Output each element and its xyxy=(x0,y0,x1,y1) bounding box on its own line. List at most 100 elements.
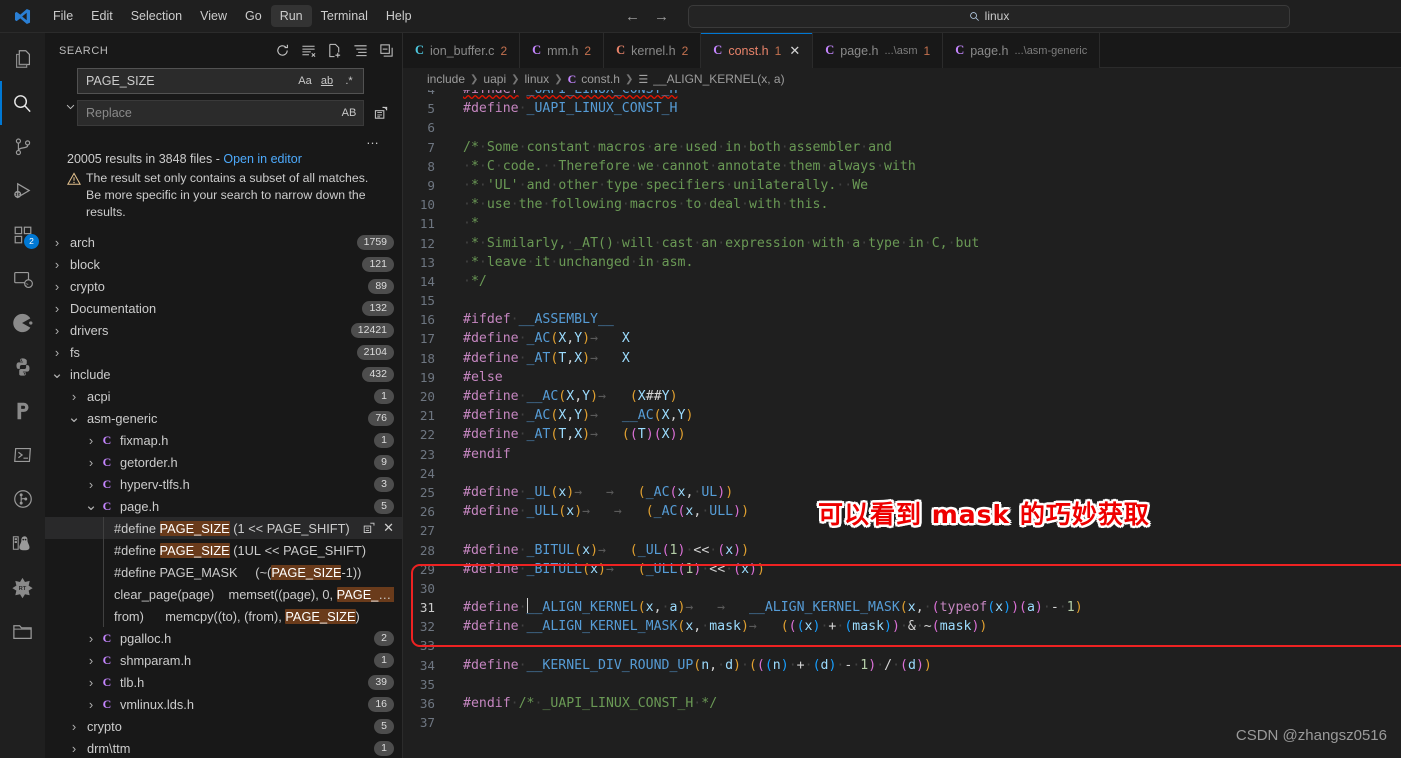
search-input-box[interactable]: Aa ab .* xyxy=(77,68,364,94)
chevron-right-icon[interactable]: › xyxy=(49,235,65,250)
chevron-right-icon[interactable]: › xyxy=(83,477,99,492)
activity-search[interactable] xyxy=(0,81,45,125)
chevron-right-icon[interactable]: › xyxy=(66,741,82,756)
search-match-row[interactable]: #define PAGE_SIZE (1 << PAGE_SHIFT) ✕ xyxy=(45,517,402,539)
search-folder-row-crypto[interactable]: › crypto 89 xyxy=(45,275,402,297)
chevron-right-icon[interactable]: › xyxy=(66,719,82,734)
chevron-down-icon[interactable]: ⌄ xyxy=(66,410,82,425)
activity-source-control[interactable] xyxy=(0,125,45,169)
chevron-right-icon[interactable]: › xyxy=(83,653,99,668)
close-icon[interactable]: ✕ xyxy=(789,43,800,59)
activity-pacman[interactable] xyxy=(0,301,45,345)
search-folder-row-include[interactable]: ⌄ include 432 xyxy=(45,363,402,385)
chevron-right-icon[interactable]: › xyxy=(83,631,99,646)
search-match-row[interactable]: from) memcpy((to), (from), PAGE_SIZE) xyxy=(45,605,402,627)
editor-tab-kernel-h[interactable]: Ckernel.h 2 xyxy=(604,33,702,68)
use-regex-toggle[interactable]: .* xyxy=(339,71,359,91)
chevron-right-icon[interactable]: › xyxy=(66,389,82,404)
chevron-right-icon[interactable]: › xyxy=(49,345,65,360)
quick-search-box[interactable]: linux xyxy=(688,4,1290,28)
clear-all-icon[interactable] xyxy=(301,43,316,58)
toggle-replace-button[interactable] xyxy=(63,68,77,148)
menu-file[interactable]: File xyxy=(44,5,82,27)
breadcrumb[interactable]: include ❯ uapi ❯ linux ❯ Cconst.h ❯ ☰ __ALIGN_KER… xyxy=(403,68,1401,90)
search-folder-row-crypto[interactable]: › crypto 5 xyxy=(45,715,402,737)
code-editor[interactable]: 4#ifndef·_UAPI_LINUX_CONST_H 5 #define·_UA… xyxy=(403,90,1401,758)
search-folder-row-Documentation[interactable]: › Documentation 132 xyxy=(45,297,402,319)
menu-run[interactable]: Run xyxy=(270,5,312,27)
chevron-right-icon[interactable]: › xyxy=(83,697,99,712)
activity-open-folder[interactable] xyxy=(0,609,45,653)
replace-input[interactable] xyxy=(86,106,336,120)
chevron-right-icon[interactable]: › xyxy=(49,279,65,294)
breadcrumb-item[interactable]: linux xyxy=(525,72,550,86)
search-folder-row-fs[interactable]: › fs 2104 xyxy=(45,341,402,363)
breadcrumb-item[interactable]: __ALIGN_KERNEL(x, a) xyxy=(653,72,784,86)
search-folder-row-arch[interactable]: › arch 1759 xyxy=(45,231,402,253)
arrow-left-icon[interactable]: ← xyxy=(625,9,640,24)
breadcrumb-item[interactable]: const.h xyxy=(581,72,620,86)
search-folder-row-acpi[interactable]: › acpi 1 xyxy=(45,385,402,407)
activity-remote-explorer[interactable]: >_ xyxy=(0,257,45,301)
activity-python[interactable] xyxy=(0,345,45,389)
search-input[interactable] xyxy=(86,74,292,88)
chevron-right-icon[interactable]: › xyxy=(49,301,65,316)
search-file-row-shmparam-h[interactable]: › Cshmparam.h 1 xyxy=(45,649,402,671)
activity-run-debug[interactable] xyxy=(0,169,45,213)
refresh-icon[interactable] xyxy=(275,43,290,58)
activity-extensions[interactable]: 2 xyxy=(0,213,45,257)
search-file-row-pgalloc-h[interactable]: › Cpgalloc.h 2 xyxy=(45,627,402,649)
search-file-row-hyperv-tlfs-h[interactable]: › Chyperv-tlfs.h 3 xyxy=(45,473,402,495)
replace-input-box[interactable]: AB xyxy=(77,100,364,126)
chevron-right-icon[interactable]: › xyxy=(49,323,65,338)
chevron-right-icon[interactable]: › xyxy=(83,455,99,470)
preserve-case-toggle[interactable]: AB xyxy=(339,103,359,123)
menu-go[interactable]: Go xyxy=(236,5,271,27)
search-file-row-fixmap-h[interactable]: › Cfixmap.h 1 xyxy=(45,429,402,451)
match-case-toggle[interactable]: Aa xyxy=(295,71,315,91)
editor-tab-mm-h[interactable]: Cmm.h 2 xyxy=(520,33,605,68)
open-in-editor-link[interactable]: Open in editor xyxy=(223,152,302,166)
chevron-right-icon[interactable]: › xyxy=(49,257,65,272)
search-match-row[interactable]: clear_page(page) memset((page), 0, PAGE_… xyxy=(45,583,402,605)
match-whole-word-toggle[interactable]: ab xyxy=(317,71,337,91)
editor-tab-const-h[interactable]: Cconst.h 1 ✕ xyxy=(701,33,814,68)
search-file-row-tlb-h[interactable]: › Ctlb.h 39 xyxy=(45,671,402,693)
search-details-toggle[interactable]: … xyxy=(77,132,392,148)
replace-all-button[interactable] xyxy=(370,102,392,124)
menu-selection[interactable]: Selection xyxy=(122,5,191,27)
search-folder-row-drm-ttm[interactable]: › drm\ttm 1 xyxy=(45,737,402,758)
search-folder-row-drivers[interactable]: › drivers 12421 xyxy=(45,319,402,341)
search-match-row[interactable]: #define PAGE_SIZE (1UL << PAGE_SHIFT) xyxy=(45,539,402,561)
search-folder-row-block[interactable]: › block 121 xyxy=(45,253,402,275)
activity-git-graph[interactable] xyxy=(0,477,45,521)
breadcrumb-item[interactable]: include xyxy=(427,72,465,86)
replace-icon[interactable] xyxy=(363,522,376,535)
activity-rt-thread[interactable]: RT xyxy=(0,565,45,609)
arrow-right-icon[interactable]: → xyxy=(654,9,669,24)
search-file-row-vmlinux-lds-h[interactable]: › Cvmlinux.lds.h 16 xyxy=(45,693,402,715)
menu-view[interactable]: View xyxy=(191,5,236,27)
chevron-down-icon[interactable]: ⌄ xyxy=(49,366,65,381)
menu-terminal[interactable]: Terminal xyxy=(312,5,377,27)
activity-linux-tools[interactable] xyxy=(0,521,45,565)
activity-platformio[interactable] xyxy=(0,389,45,433)
editor-tab-page-h-5[interactable]: Cpage.h ...\asm-generic xyxy=(943,33,1101,68)
search-file-row-page-h[interactable]: ⌄ Cpage.h 5 xyxy=(45,495,402,517)
menu-help[interactable]: Help xyxy=(377,5,421,27)
editor-tab-page-h-4[interactable]: Cpage.h ...\asm 1 xyxy=(813,33,944,68)
search-folder-row-asm-generic[interactable]: ⌄ asm-generic 76 xyxy=(45,407,402,429)
list-tree-icon[interactable] xyxy=(353,43,368,58)
collapse-all-icon[interactable] xyxy=(379,43,394,58)
close-icon[interactable]: ✕ xyxy=(383,520,394,536)
menu-edit[interactable]: Edit xyxy=(82,5,122,27)
new-search-editor-icon[interactable] xyxy=(327,43,342,58)
editor-tab-bar[interactable]: Cion_buffer.c 2 Cmm.h 2 Ckernel.h 2 Cconst.h 1 ✕… xyxy=(403,33,1401,68)
activity-terminal-tool[interactable] xyxy=(0,433,45,477)
search-file-row-getorder-h[interactable]: › Cgetorder.h 9 xyxy=(45,451,402,473)
chevron-right-icon[interactable]: › xyxy=(83,675,99,690)
search-match-row[interactable]: #define PAGE_MASK (~(PAGE_SIZE-1)) xyxy=(45,561,402,583)
search-results-tree[interactable]: › arch 1759 › block 121 › crypto 89 › Documentatio… xyxy=(45,227,402,758)
activity-explorer[interactable] xyxy=(0,37,45,81)
chevron-right-icon[interactable]: › xyxy=(83,433,99,448)
